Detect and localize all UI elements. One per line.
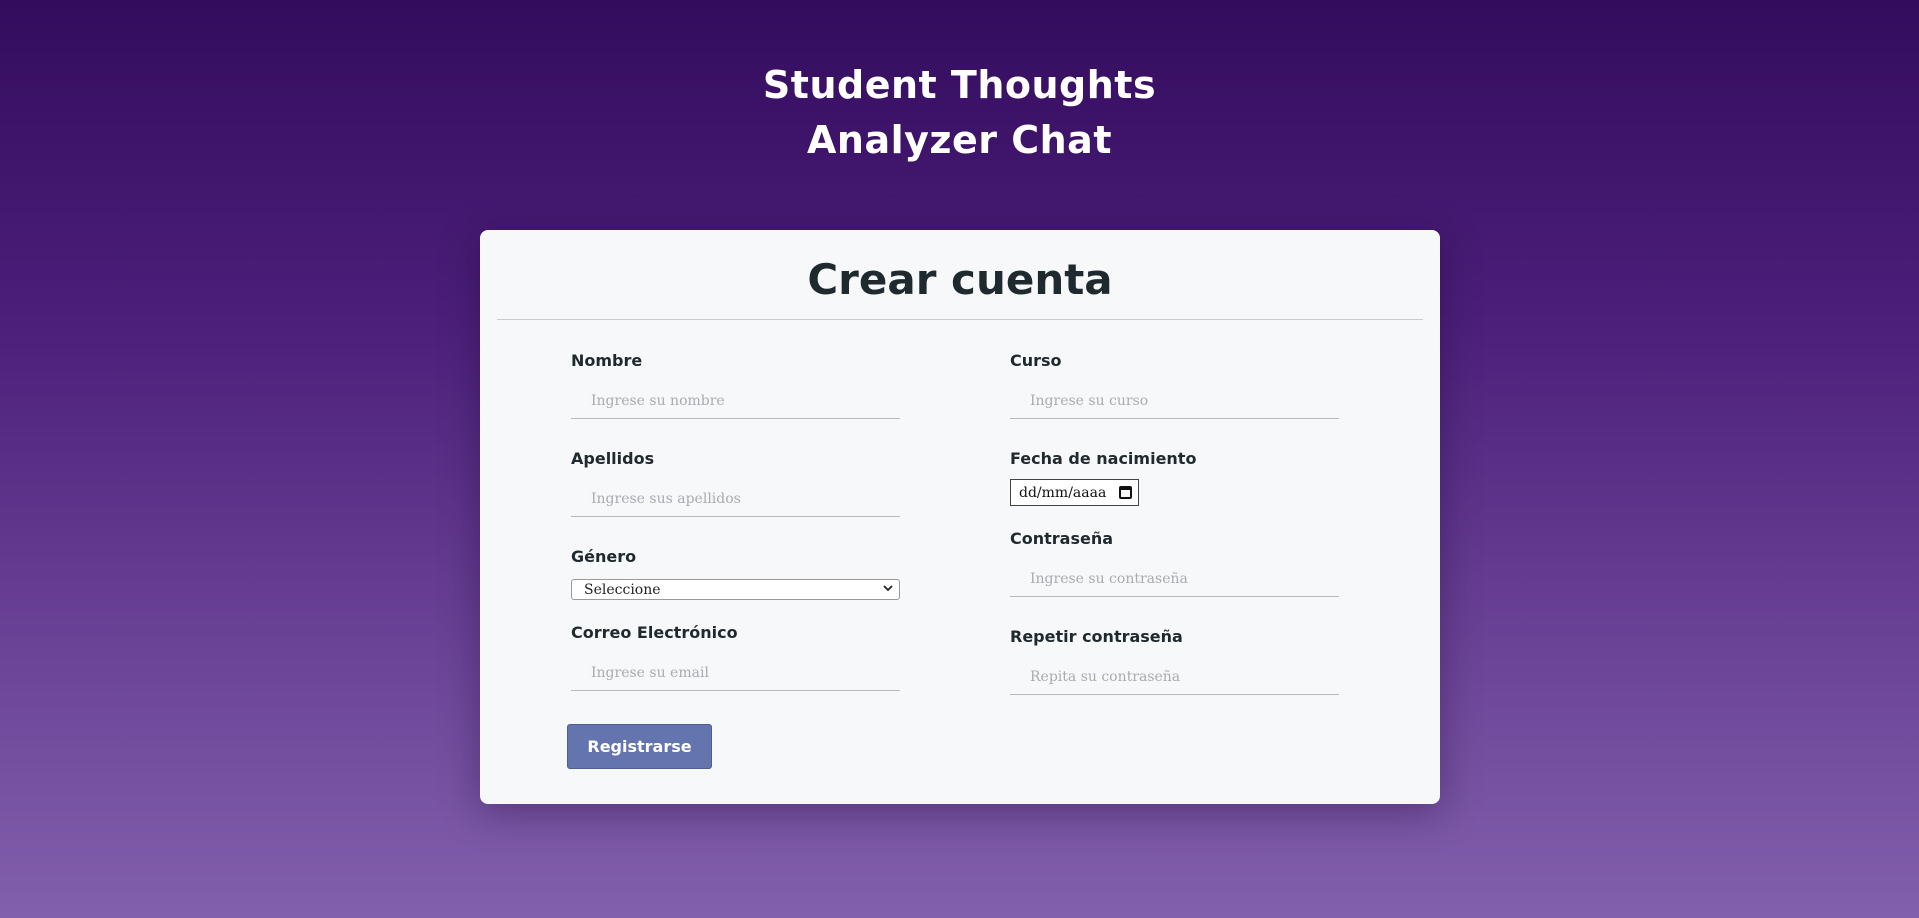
repetir-label: Repetir contraseña [1010,627,1183,646]
repeat-password-input[interactable] [1010,659,1339,695]
birthdate-input[interactable]: dd/mm/aaaa [1010,479,1139,506]
apellidos-label: Apellidos [571,449,655,468]
title-divider [497,319,1423,320]
chevron-down-icon [883,584,893,595]
app-title: Student Thoughts Analyzer Chat [0,58,1919,168]
birthdate-value: dd/mm/aaaa [1019,484,1107,501]
correo-label: Correo Electrónico [571,623,738,642]
password-input[interactable] [1010,561,1339,597]
genero-select[interactable]: Seleccione [571,579,900,600]
fecha-label: Fecha de nacimiento [1010,449,1197,468]
curso-label: Curso [1010,351,1062,370]
form-title: Crear cuenta [807,255,1113,304]
app-title-line-1: Student Thoughts [762,63,1157,107]
email-input[interactable] [571,655,900,691]
register-button[interactable]: Registrarse [567,724,712,769]
nombre-label: Nombre [571,351,643,370]
nombre-input[interactable] [571,383,900,419]
register-card: Crear cuenta Nombre Apellidos Género Sel… [480,230,1440,804]
contrasena-label: Contraseña [1010,529,1114,548]
curso-input[interactable] [1010,383,1339,419]
calendar-icon[interactable] [1119,486,1132,499]
genero-selected-value: Seleccione [584,581,661,598]
apellidos-input[interactable] [571,481,900,517]
genero-label: Género [571,547,637,566]
app-title-line-2: Analyzer Chat [806,118,1112,162]
